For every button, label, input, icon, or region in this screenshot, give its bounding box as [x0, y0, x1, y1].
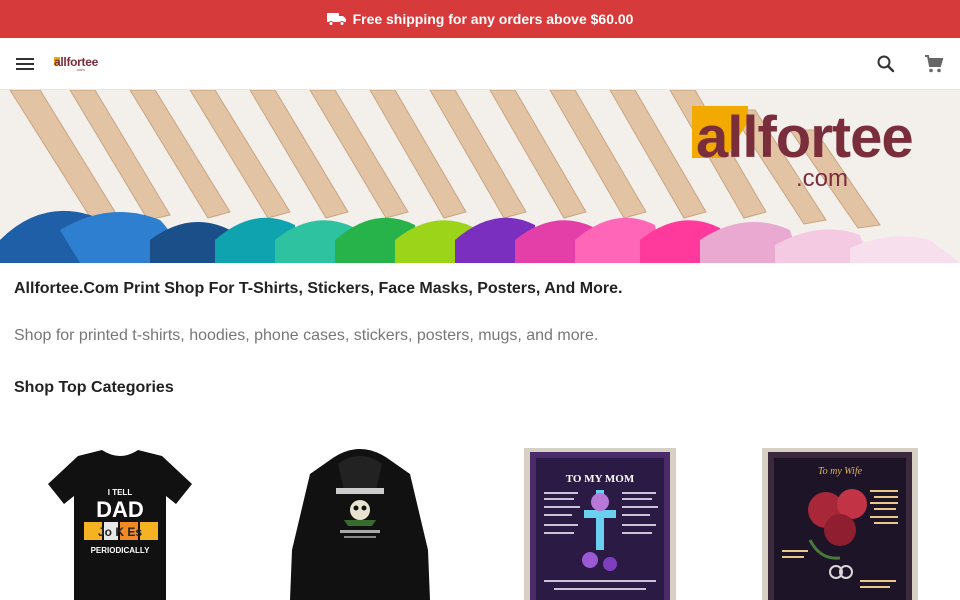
- section-title: Shop Top Categories: [14, 379, 174, 396]
- truck-icon: [326, 13, 346, 26]
- header-logo-sub: .com: [76, 67, 85, 72]
- tshirt-print-line-1: I TELL: [108, 488, 133, 497]
- page-title: Allfortee.Com Print Shop For T-Shirts, S…: [14, 280, 623, 297]
- hero-banner: allfortee .com: [0, 90, 960, 263]
- hero-logo-sub: .com: [796, 165, 849, 192]
- hero-logo: allfortee .com: [692, 102, 952, 192]
- mom-blanket-image: TO MY MOM: [524, 448, 676, 600]
- tshirt-print-line-4: PERIODICALLY: [91, 546, 150, 555]
- hoodie-image: [290, 449, 430, 600]
- t-shirt-image: I TELL DAD Jo K Es PERIODICALLY: [48, 450, 192, 600]
- wife-blanket-image: To my Wife: [762, 448, 918, 600]
- site-header: allfortee .com: [0, 38, 960, 90]
- tshirt-print-line-3: Jo K Es: [98, 525, 142, 539]
- promo-text: Free shipping for any orders above $60.0…: [352, 11, 634, 27]
- shopping-cart-icon[interactable]: [922, 52, 946, 76]
- header-logo[interactable]: allfortee .com: [54, 55, 102, 73]
- hero-logo-word: allfortee: [696, 105, 914, 170]
- hamburger-menu-icon[interactable]: [12, 52, 38, 76]
- wife-blanket-title: To my Wife: [818, 466, 863, 477]
- search-icon[interactable]: [874, 52, 898, 76]
- category-card-wife-blanket[interactable]: To my Wife: [740, 440, 940, 600]
- category-card-mom-blanket[interactable]: TO MY MOM: [500, 440, 700, 600]
- tshirt-print-line-2: DAD: [96, 497, 144, 522]
- promo-bar: Free shipping for any orders above $60.0…: [0, 0, 960, 38]
- category-card-t-shirt[interactable]: I TELL DAD Jo K Es PERIODICALLY: [20, 440, 220, 600]
- page-subtitle: Shop for printed t-shirts, hoodies, phon…: [14, 327, 599, 344]
- mom-blanket-title: TO MY MOM: [566, 473, 635, 485]
- category-card-hoodie[interactable]: [260, 440, 460, 600]
